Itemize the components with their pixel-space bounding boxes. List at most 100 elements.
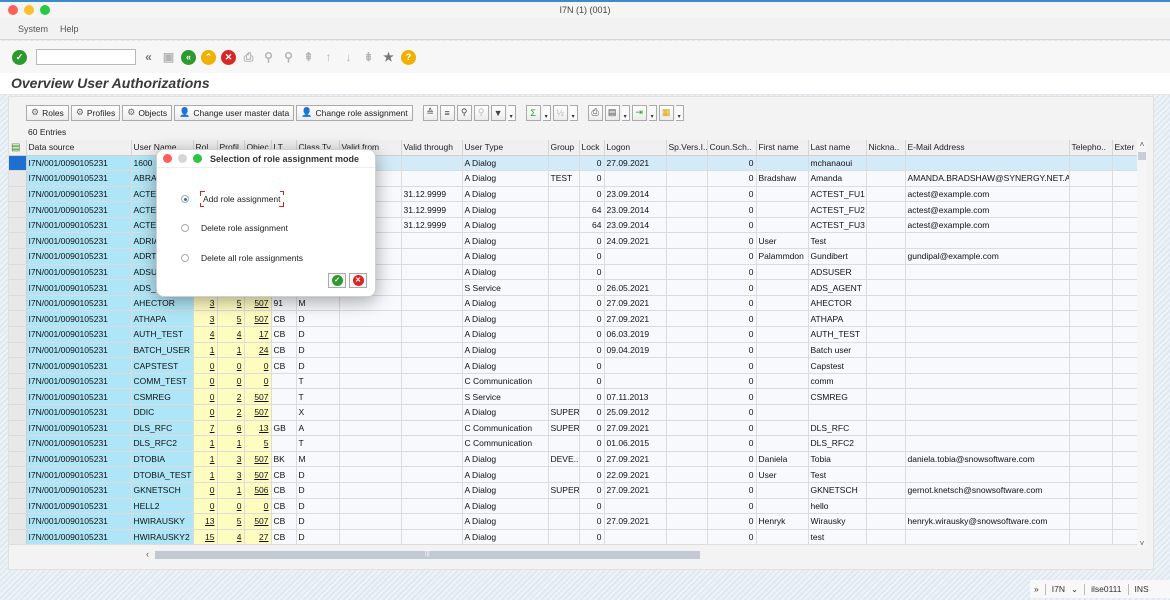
cell-profil[interactable]: 2: [217, 404, 245, 421]
option-delete-role-assignment[interactable]: Delete role assignment: [181, 223, 288, 233]
table-row[interactable]: I7N/001/0090105231 GKNETSCH 0 1 506 CB D A Dial…: [9, 482, 1146, 499]
table-row[interactable]: I7N/001/0090105231 AUTH_TEST 4 4 17 CB D A Dial…: [9, 326, 1146, 343]
cell-profil[interactable]: 4: [217, 326, 245, 343]
table-row[interactable]: I7N/001/0090105231 COMM_TEST 0 0 0 T C Communi…: [9, 373, 1146, 390]
menu-system[interactable]: System: [18, 24, 48, 34]
cell-profil[interactable]: 0: [217, 498, 245, 515]
find-next-icon[interactable]: ⚲: [281, 50, 296, 65]
cell-objec[interactable]: 0: [244, 357, 272, 374]
col-sp-vers[interactable]: Sp.Vers.I..: [666, 140, 708, 156]
col-valid-through[interactable]: Valid through: [401, 140, 463, 156]
export-dropdown-icon[interactable]: ▾: [648, 104, 657, 121]
col-lock[interactable]: Lock: [579, 140, 605, 156]
row-selector[interactable]: [9, 310, 27, 328]
table-row[interactable]: I7N/001/0090105231 CSMREG 0 2 507 T S Service 0…: [9, 388, 1146, 405]
sort-ascending-icon[interactable]: ≙: [422, 104, 438, 121]
col-user-type[interactable]: User Type: [462, 140, 549, 156]
command-field[interactable]: [36, 49, 136, 65]
cell-rol[interactable]: 15: [193, 529, 218, 546]
change-role-assignment-button[interactable]: 👤 Change role assignment: [296, 104, 413, 121]
row-selector[interactable]: [9, 279, 27, 296]
cell-objec[interactable]: 13: [244, 420, 272, 437]
cell-profil[interactable]: 4: [217, 529, 245, 546]
cell-rol[interactable]: 0: [193, 357, 218, 374]
cell-profil[interactable]: 1: [217, 342, 245, 359]
row-selector[interactable]: [9, 217, 27, 234]
cell-objec[interactable]: 507: [244, 404, 272, 421]
next-page-icon[interactable]: ↓: [341, 50, 356, 65]
row-selector[interactable]: [9, 498, 27, 515]
cell-profil[interactable]: 5: [217, 310, 245, 328]
row-selector[interactable]: [9, 388, 27, 405]
back-icon[interactable]: «: [181, 49, 196, 65]
cell-objec[interactable]: 24: [244, 342, 272, 359]
cell-profil[interactable]: 1: [217, 482, 245, 499]
col-group[interactable]: Group: [548, 140, 580, 156]
cell-profil[interactable]: 2: [217, 388, 245, 405]
first-page-icon[interactable]: ⇞: [301, 50, 316, 65]
cell-profil[interactable]: 0: [217, 357, 245, 374]
cell-objec[interactable]: 27: [244, 529, 272, 546]
views-icon[interactable]: ▤: [604, 104, 620, 121]
option-add-role-assignment[interactable]: Add role assignment: [181, 191, 284, 207]
exit-icon[interactable]: ⌃: [201, 49, 216, 65]
col-logon[interactable]: Logon: [604, 140, 667, 156]
row-selector[interactable]: [9, 170, 27, 187]
table-row[interactable]: I7N/001/0090105231 DTOBIA 1 3 507 BK M A Dialog…: [9, 451, 1146, 468]
cell-profil[interactable]: 5: [217, 295, 245, 312]
row-selector[interactable]: [9, 373, 27, 390]
cell-objec[interactable]: 17: [244, 326, 272, 343]
col-telephone[interactable]: Telepho..: [1069, 140, 1113, 156]
radio-add-role-assignment[interactable]: [181, 195, 189, 203]
cell-objec[interactable]: 507: [244, 310, 272, 328]
filter-icon[interactable]: ▼: [490, 104, 506, 121]
find-icon[interactable]: ⚲: [456, 104, 472, 121]
maximize-window-button[interactable]: [40, 5, 50, 15]
cell-rol[interactable]: 0: [193, 482, 218, 499]
table-row[interactable]: I7N/001/0090105231 ATHAPA 3 5 507 CB D A Dialog…: [9, 310, 1146, 328]
cell-objec[interactable]: 507: [244, 388, 272, 405]
horizontal-scroll-thumb[interactable]: |||: [155, 551, 700, 559]
objects-button[interactable]: ⚙ Objects: [122, 104, 173, 121]
table-row[interactable]: I7N/001/0090105231 CAPSTEST 0 0 0 CB D A Dialog…: [9, 357, 1146, 374]
row-selector[interactable]: [9, 326, 27, 343]
horizontal-scrollbar[interactable]: ‹ |||: [146, 549, 706, 561]
cell-objec[interactable]: 507: [244, 451, 272, 468]
row-selector[interactable]: [9, 201, 27, 218]
sum-dropdown-icon[interactable]: ▾: [542, 104, 551, 121]
cell-rol[interactable]: 3: [193, 295, 218, 312]
sum-icon[interactable]: Σ: [525, 104, 541, 121]
cell-profil[interactable]: 5: [217, 513, 245, 530]
layout-dropdown-icon[interactable]: ▾: [675, 104, 684, 121]
print-icon[interactable]: ⎙: [241, 50, 256, 65]
col-data-source[interactable]: Data source: [26, 140, 132, 156]
status-expand-icon[interactable]: »: [1034, 584, 1039, 594]
cancel-button[interactable]: ✕: [349, 273, 367, 288]
row-selector[interactable]: [9, 357, 27, 374]
row-selector[interactable]: [9, 264, 27, 281]
cell-profil[interactable]: 3: [217, 466, 245, 483]
minimize-window-button[interactable]: [24, 5, 34, 15]
export-icon[interactable]: ⇥: [631, 104, 647, 121]
vertical-scroll-thumb[interactable]: [1138, 152, 1146, 160]
cell-objec[interactable]: 507: [244, 295, 272, 312]
cell-objec[interactable]: 0: [244, 373, 272, 390]
row-selector[interactable]: [9, 435, 27, 452]
last-page-icon[interactable]: ⇟: [361, 50, 376, 65]
scroll-left-icon[interactable]: ‹: [146, 549, 149, 559]
close-window-button[interactable]: [8, 5, 18, 15]
cell-objec[interactable]: 507: [244, 513, 272, 530]
option-delete-all-role-assignments[interactable]: Delete all role assignments: [181, 253, 303, 263]
row-selector[interactable]: [9, 420, 27, 437]
table-row[interactable]: I7N/001/0090105231 AHECTOR 3 5 507 91 M A Dialo…: [9, 295, 1146, 312]
help-icon[interactable]: ?: [401, 49, 416, 65]
cell-rol[interactable]: 3: [193, 310, 218, 328]
vertical-scrollbar[interactable]: ˄ ˅: [1137, 140, 1147, 548]
create-shortcut-icon[interactable]: ★: [381, 50, 396, 65]
sort-descending-icon[interactable]: ≡: [439, 104, 455, 121]
cell-rol[interactable]: 1: [193, 435, 218, 452]
col-email[interactable]: E-Mail Address: [905, 140, 1070, 156]
table-row[interactable]: I7N/001/0090105231 HWIRAUSKY2 15 4 27 CB D A Di…: [9, 529, 1146, 546]
cell-rol[interactable]: 13: [193, 513, 218, 530]
profiles-button[interactable]: ⚙ Profiles: [70, 104, 121, 121]
